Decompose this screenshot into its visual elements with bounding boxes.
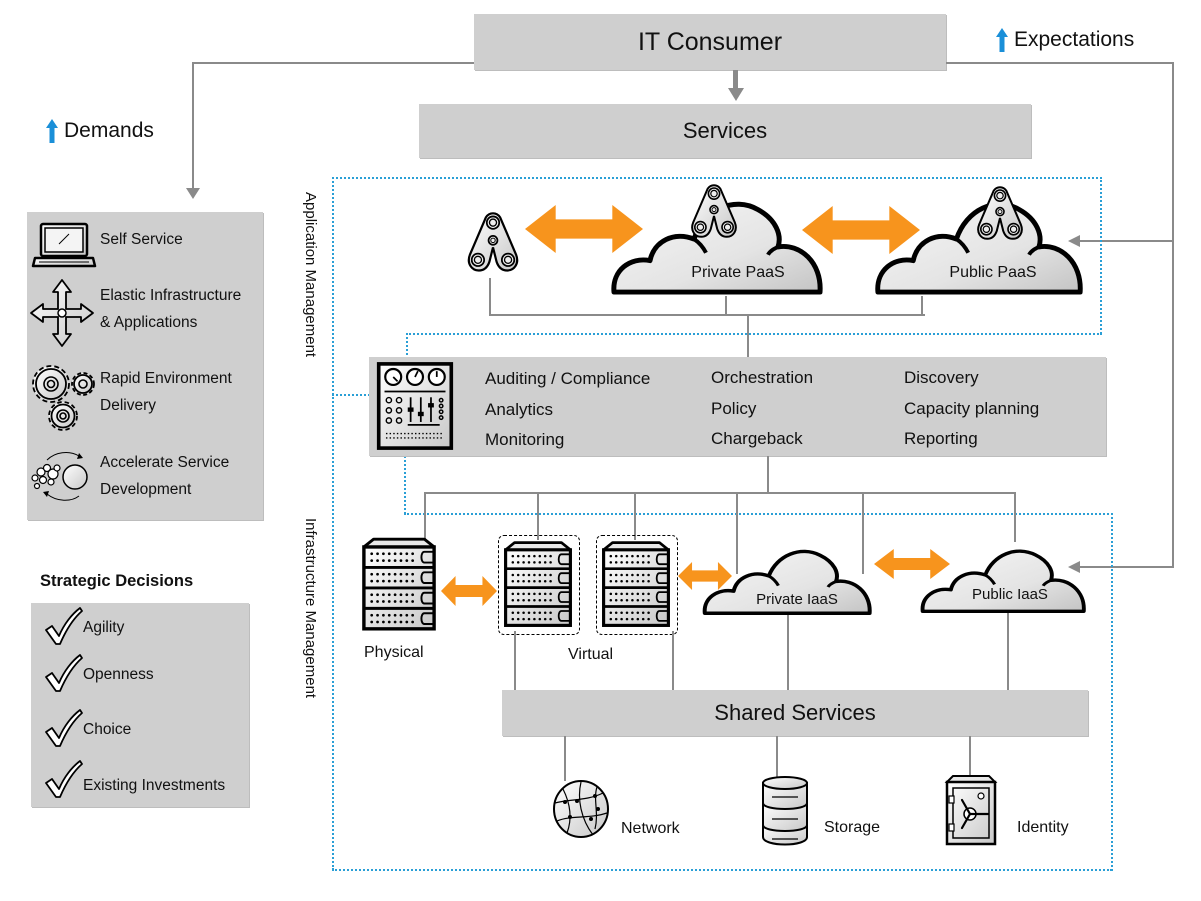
private-iaas-label: Private IaaS xyxy=(756,591,838,608)
management-capabilities-bar: Auditing / Compliance Analytics Monitori… xyxy=(369,357,1106,456)
demand-item-elastic: Elastic Infrastructure & Applications xyxy=(100,287,242,331)
infra-drop-connector xyxy=(634,492,636,540)
paas-app-icon xyxy=(465,212,521,274)
network-label: Network xyxy=(621,820,680,837)
molecules-cycle-icon xyxy=(31,452,88,501)
demand-item-self-service: Self Service xyxy=(100,231,183,248)
storage-connector xyxy=(776,736,778,778)
demand-item-rapid: Rapid Environment Delivery xyxy=(100,370,232,414)
paas-to-mgmt-connector xyxy=(747,314,749,358)
mgmt-item: Policy xyxy=(711,398,757,418)
up-arrow-icon xyxy=(46,119,58,143)
control-panel-icon xyxy=(376,362,454,450)
virtual-label: Virtual xyxy=(568,646,614,663)
mgmt-item: Monitoring xyxy=(485,430,565,449)
laptop-icon xyxy=(31,222,97,268)
paas-connector xyxy=(725,296,727,315)
demands-connector-vertical xyxy=(192,62,194,192)
application-management-label: Application Management xyxy=(302,192,319,358)
infra-drop-connector xyxy=(424,492,426,540)
infra-drop-connector xyxy=(537,492,539,540)
services-label: Services xyxy=(682,118,768,143)
checkmark-icon xyxy=(44,708,84,748)
strategic-item-agility: Agility xyxy=(83,619,125,636)
mgmt-item: Reporting xyxy=(904,429,978,448)
strategic-decisions-title: Strategic Decisions xyxy=(40,572,194,590)
network-globe-icon xyxy=(553,780,609,838)
physical-virtual-double-arrow xyxy=(441,576,497,606)
network-connector xyxy=(564,736,566,781)
identity-label: Identity xyxy=(1017,819,1069,836)
private-paas-label: Private PaaS xyxy=(691,264,785,281)
services-box: Services xyxy=(419,104,1031,158)
identity-connector xyxy=(969,736,971,776)
shared-services-label: Shared Services xyxy=(714,700,876,725)
storage-database-icon xyxy=(762,776,808,846)
paas-connector xyxy=(489,314,925,316)
mgmt-item: Discovery xyxy=(904,368,979,387)
mgmt-item: Analytics xyxy=(485,399,554,419)
storage-label: Storage xyxy=(824,819,881,836)
shared-services-box: Shared Services xyxy=(502,690,1088,736)
infra-drop-connector xyxy=(1014,492,1016,542)
virtual-server-icon xyxy=(502,539,574,629)
paas-connector xyxy=(921,296,923,315)
infrastructure-management-label: Infrastructure Management xyxy=(302,518,319,699)
shared-services-connector xyxy=(514,631,516,691)
demands-arrowhead xyxy=(186,188,200,199)
strategic-item-choice: Choice xyxy=(83,721,132,738)
strategic-item-existing-investments: Existing Investments xyxy=(83,777,226,794)
expectations-to-public-iaas-connector xyxy=(1078,566,1174,568)
expectations-label: Expectations xyxy=(1014,28,1135,51)
private-paas-glyph xyxy=(690,183,738,241)
expectations-label-group: Expectations xyxy=(996,28,1134,52)
infra-bus-connector xyxy=(424,492,1016,494)
four-way-arrows-icon xyxy=(30,279,94,347)
demands-panel: Self Service Elastic Infrastructure & Ap… xyxy=(27,212,263,520)
management-column-2: Orchestration Policy Chargeback xyxy=(711,363,813,455)
management-column-1: Auditing / Compliance Analytics Monitori… xyxy=(485,364,650,456)
public-paas-label: Public PaaS xyxy=(949,264,1037,281)
strategic-decisions-panel: Agility Openness Choice Existing Investm… xyxy=(31,603,249,807)
it-consumer-box: IT Consumer xyxy=(474,14,946,70)
management-column-3: Discovery Capacity planning Reporting xyxy=(904,363,1039,455)
mgmt-to-infra-connector xyxy=(767,456,769,493)
demands-label: Demands xyxy=(64,119,154,142)
identity-safe-icon xyxy=(944,775,998,846)
mgmt-item: Capacity planning xyxy=(904,398,1040,418)
it-consumer-label: IT Consumer xyxy=(637,27,783,56)
demands-label-group: Demands xyxy=(46,119,154,143)
shared-services-connector xyxy=(672,631,674,691)
consumer-to-services-connector xyxy=(733,70,738,90)
public-iaas-label: Public IaaS xyxy=(972,586,1048,603)
checkmark-icon xyxy=(44,759,84,799)
shared-services-connector xyxy=(1007,613,1009,691)
virtual-server-icon xyxy=(600,539,672,629)
strategic-item-openness: Openness xyxy=(83,666,154,683)
checkmark-icon xyxy=(44,653,84,693)
expectations-to-public-paas-connector xyxy=(1078,240,1174,242)
mgmt-item: Chargeback xyxy=(711,429,803,448)
mgmt-item: Auditing / Compliance xyxy=(485,369,651,388)
shared-services-connector xyxy=(787,615,789,691)
consumer-to-services-arrowhead xyxy=(728,88,744,101)
paas-connector xyxy=(489,278,491,316)
up-arrow-icon xyxy=(996,28,1008,52)
expectations-connector-horizontal xyxy=(946,62,1174,64)
physical-label: Physical xyxy=(364,644,424,661)
demands-connector-horizontal xyxy=(192,62,474,64)
expectations-connector-vertical xyxy=(1172,62,1174,568)
checkmark-icon xyxy=(44,606,84,646)
public-paas-glyph xyxy=(976,186,1024,242)
physical-server-icon xyxy=(360,537,438,631)
gears-icon xyxy=(32,365,95,431)
demand-item-accelerate: Accelerate Service Development xyxy=(100,454,230,498)
mgmt-item: Orchestration xyxy=(711,368,814,387)
